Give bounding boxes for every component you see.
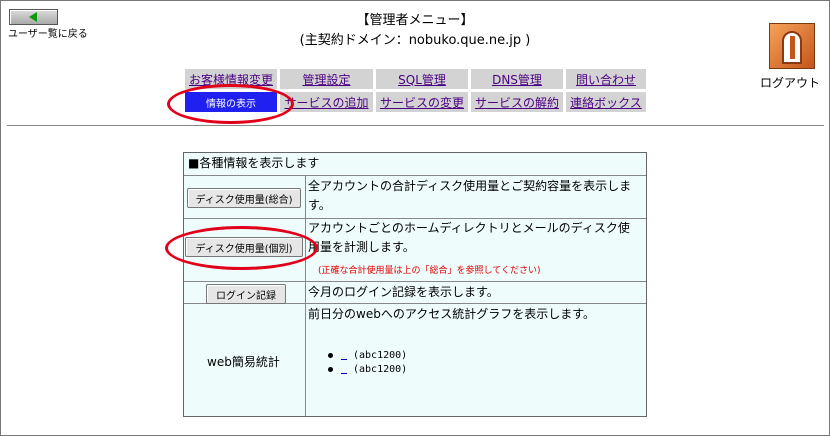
page-title: 【管理者メニュー】 — [356, 13, 474, 28]
menu-inquiry[interactable]: 問い合わせ — [566, 69, 646, 89]
disk-usage-total-desc-2: す。 — [308, 198, 331, 212]
menu-sql-admin[interactable]: SQL管理 — [376, 69, 468, 89]
disk-usage-total-button[interactable]: ディスク使用量(総合) — [187, 188, 301, 208]
menu-cancel-service[interactable]: サービスの解約 — [471, 92, 563, 112]
menu-add-service[interactable]: サービスの追加 — [280, 92, 373, 112]
disk-usage-note: (正確な合計使用量は上の「総合」を参照してください) — [318, 266, 541, 276]
web-stats-link[interactable] — [341, 364, 353, 375]
row-divider — [184, 281, 646, 282]
disk-usage-individual-desc: アカウントごとのホームディレクトリとメールのディスク使 — [308, 221, 630, 235]
menu-change-service[interactable]: サービスの変更 — [376, 92, 468, 112]
column-divider — [305, 176, 306, 416]
disk-usage-individual-button[interactable]: ディスク使用量(個別) — [185, 237, 303, 257]
web-stats-label: web簡易統計 — [207, 355, 280, 369]
web-stats-item[interactable]: (abc1200) — [328, 364, 407, 375]
disk-usage-individual-desc-2: 用量を計測します。 — [308, 240, 415, 254]
web-stats-desc: 前日分のwebへのアクセス統計グラフを表示します。 — [308, 307, 596, 321]
menu-dns-admin[interactable]: DNS管理 — [471, 69, 563, 89]
menu-admin-settings[interactable]: 管理設定 — [280, 69, 373, 89]
logout-door-icon[interactable] — [769, 23, 815, 69]
row-divider — [184, 218, 646, 219]
login-log-desc: 今月のログイン記録を表示します。 — [308, 285, 499, 299]
login-log-button[interactable]: ログイン記録 — [206, 284, 286, 304]
menu-info-display[interactable]: 情報の表示 — [185, 92, 277, 112]
domain-line: (主契約ドメイン：nobuko.que.ne.jp ) — [299, 33, 531, 48]
menu-customer-info[interactable]: お客様情報変更 — [185, 69, 277, 89]
web-stats-link[interactable] — [341, 350, 353, 361]
disk-usage-total-desc: 全アカウントの合計ディスク使用量とご契約容量を表示しま — [308, 179, 632, 193]
panel-heading: ■各種情報を表示します — [188, 156, 320, 170]
web-stats-item[interactable]: (abc1200) — [328, 350, 407, 361]
divider — [7, 125, 824, 126]
menu-message-box[interactable]: 連絡ボックス — [566, 92, 646, 112]
logout-label[interactable]: ログアウト — [760, 74, 820, 91]
row-divider — [184, 175, 646, 176]
